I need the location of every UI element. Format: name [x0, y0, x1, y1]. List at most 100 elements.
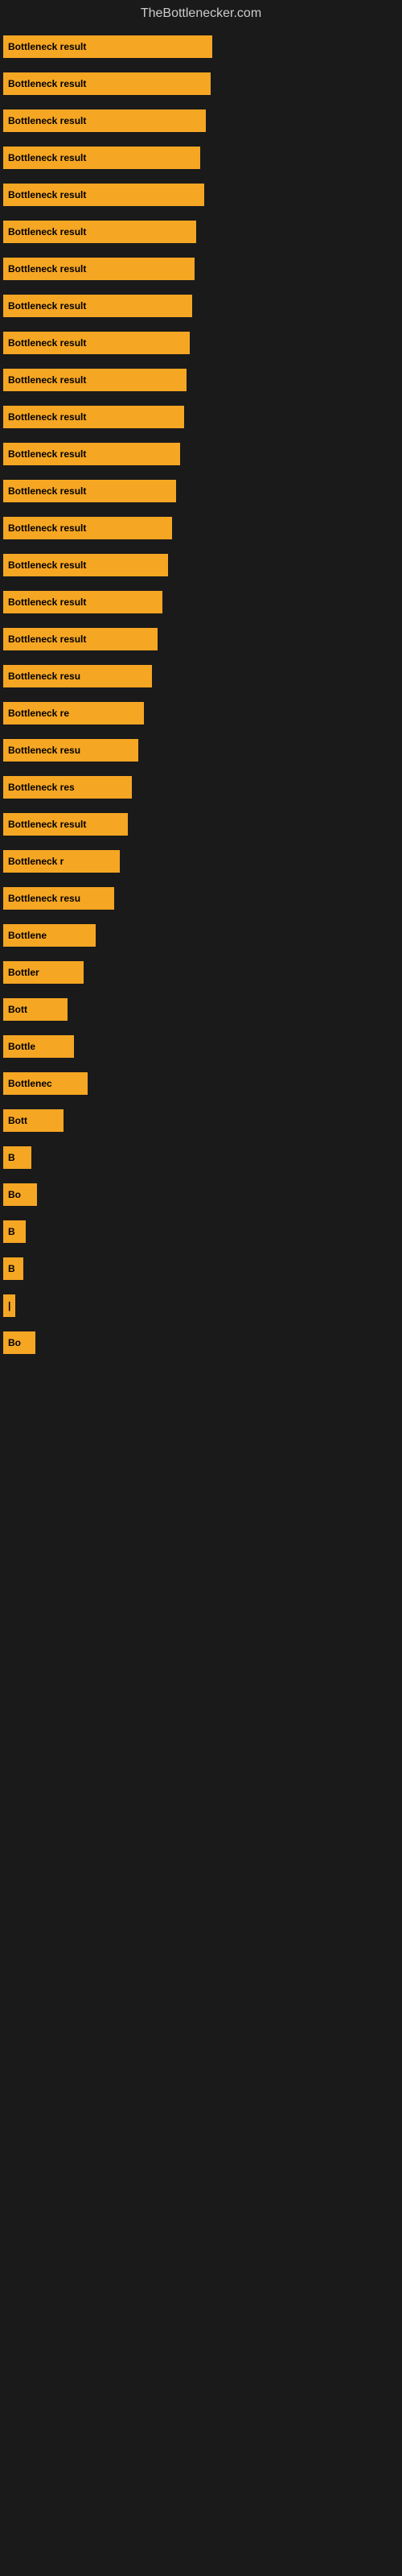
bar-row: Bottleneck result — [0, 443, 402, 465]
bar-item: Bottleneck resu — [3, 739, 138, 762]
bar-row: B — [0, 1146, 402, 1169]
bar-row: B — [0, 1257, 402, 1280]
bar-item: Bott — [3, 998, 68, 1021]
bar-row: Bottleneck result — [0, 147, 402, 169]
bar-row: Bott — [0, 998, 402, 1021]
bar-row: Bottleneck res — [0, 776, 402, 799]
bar-item: Bottleneck result — [3, 628, 158, 650]
bar-item: Bottlenec — [3, 1072, 88, 1095]
bar-item: Bottleneck result — [3, 480, 176, 502]
bar-row: Bottleneck r — [0, 850, 402, 873]
bar-row: Bottleneck result — [0, 406, 402, 428]
bar-row: Bottleneck result — [0, 184, 402, 206]
bar-row: Bottle — [0, 1035, 402, 1058]
bar-item: Bottleneck result — [3, 591, 162, 613]
bar-item: Bottleneck resu — [3, 887, 114, 910]
bar-label: Bo — [8, 1337, 21, 1348]
bar-item: Bo — [3, 1331, 35, 1354]
bar-label: B — [8, 1226, 15, 1237]
bar-item: B — [3, 1220, 26, 1243]
bar-item: Bott — [3, 1109, 64, 1132]
bar-label: Bottleneck result — [8, 263, 86, 275]
bar-item: Bottleneck res — [3, 776, 132, 799]
bar-label: Bottleneck result — [8, 374, 86, 386]
bar-row: Bottleneck resu — [0, 887, 402, 910]
bar-row: B — [0, 1220, 402, 1243]
bar-label: Bottleneck result — [8, 226, 86, 237]
bar-label: Bottleneck re — [8, 708, 69, 719]
bar-item: B — [3, 1257, 23, 1280]
bar-item: Bottleneck result — [3, 72, 211, 95]
bar-row: Bottlenec — [0, 1072, 402, 1095]
bar-item: | — [3, 1294, 15, 1317]
bar-row: Bottleneck re — [0, 702, 402, 724]
bar-row: Bottler — [0, 961, 402, 984]
bar-item: Bottleneck result — [3, 147, 200, 169]
bar-row: Bottleneck result — [0, 628, 402, 650]
bar-label: B — [8, 1152, 15, 1163]
bar-item: Bottlene — [3, 924, 96, 947]
bar-item: Bottleneck result — [3, 517, 172, 539]
bar-label: Bottlene — [8, 930, 47, 941]
bar-row: Bottleneck result — [0, 72, 402, 95]
bar-row: Bottleneck resu — [0, 739, 402, 762]
bar-row: Bo — [0, 1331, 402, 1354]
bar-label: Bottleneck result — [8, 597, 86, 608]
bar-label: Bottle — [8, 1041, 35, 1052]
bar-label: Bottleneck result — [8, 41, 86, 52]
bar-row: Bottleneck result — [0, 109, 402, 132]
bar-item: Bottleneck result — [3, 35, 212, 58]
bar-item: Bottleneck result — [3, 109, 206, 132]
bar-item: Bottle — [3, 1035, 74, 1058]
bar-row: Bottleneck result — [0, 554, 402, 576]
bar-label: Bottleneck result — [8, 448, 86, 460]
bar-item: B — [3, 1146, 31, 1169]
bar-row: Bottleneck result — [0, 258, 402, 280]
bar-row: Bottleneck result — [0, 295, 402, 317]
bar-item: Bottler — [3, 961, 84, 984]
bar-item: Bottleneck result — [3, 554, 168, 576]
bar-label: Bottleneck r — [8, 856, 64, 867]
bar-label: Bottleneck resu — [8, 671, 80, 682]
bar-label: Bottleneck res — [8, 782, 75, 793]
bar-label: | — [8, 1300, 10, 1311]
bar-row: | — [0, 1294, 402, 1317]
bar-row: Bottlene — [0, 924, 402, 947]
bar-label: Bottleneck result — [8, 634, 86, 645]
bar-item: Bottleneck result — [3, 258, 195, 280]
bar-row: Bott — [0, 1109, 402, 1132]
bar-row: Bottleneck result — [0, 35, 402, 58]
bar-row: Bottleneck result — [0, 369, 402, 391]
bar-label: Bottleneck resu — [8, 893, 80, 904]
bar-label: Bott — [8, 1004, 27, 1015]
bar-label: Bottler — [8, 967, 39, 978]
bar-label: Bottlenec — [8, 1078, 52, 1089]
bar-item: Bottleneck result — [3, 813, 128, 836]
bar-item: Bottleneck r — [3, 850, 120, 873]
bar-label: Bottleneck result — [8, 411, 86, 423]
bar-label: Bott — [8, 1115, 27, 1126]
bar-item: Bottleneck result — [3, 184, 204, 206]
bar-label: Bottleneck result — [8, 115, 86, 126]
bar-label: Bottleneck result — [8, 819, 86, 830]
bar-item: Bottleneck result — [3, 295, 192, 317]
bar-item: Bottleneck result — [3, 369, 187, 391]
bar-item: Bottleneck resu — [3, 665, 152, 687]
bar-label: Bottleneck result — [8, 152, 86, 163]
site-title: TheBottlenecker.com — [0, 0, 402, 27]
bar-item: Bottleneck result — [3, 221, 196, 243]
bar-label: Bottleneck result — [8, 300, 86, 312]
bar-row: Bottleneck resu — [0, 665, 402, 687]
bar-row: Bottleneck result — [0, 813, 402, 836]
bar-label: Bottleneck result — [8, 337, 86, 349]
bar-label: Bottleneck result — [8, 78, 86, 89]
bar-label: B — [8, 1263, 15, 1274]
bar-row: Bottleneck result — [0, 480, 402, 502]
bar-item: Bo — [3, 1183, 37, 1206]
bar-item: Bottleneck result — [3, 443, 180, 465]
bars-container: Bottleneck result Bottleneck result Bottle… — [0, 27, 402, 1377]
bar-label: Bottleneck result — [8, 485, 86, 497]
bar-row: Bottleneck result — [0, 221, 402, 243]
bar-row: Bottleneck result — [0, 517, 402, 539]
bar-row: Bottleneck result — [0, 591, 402, 613]
